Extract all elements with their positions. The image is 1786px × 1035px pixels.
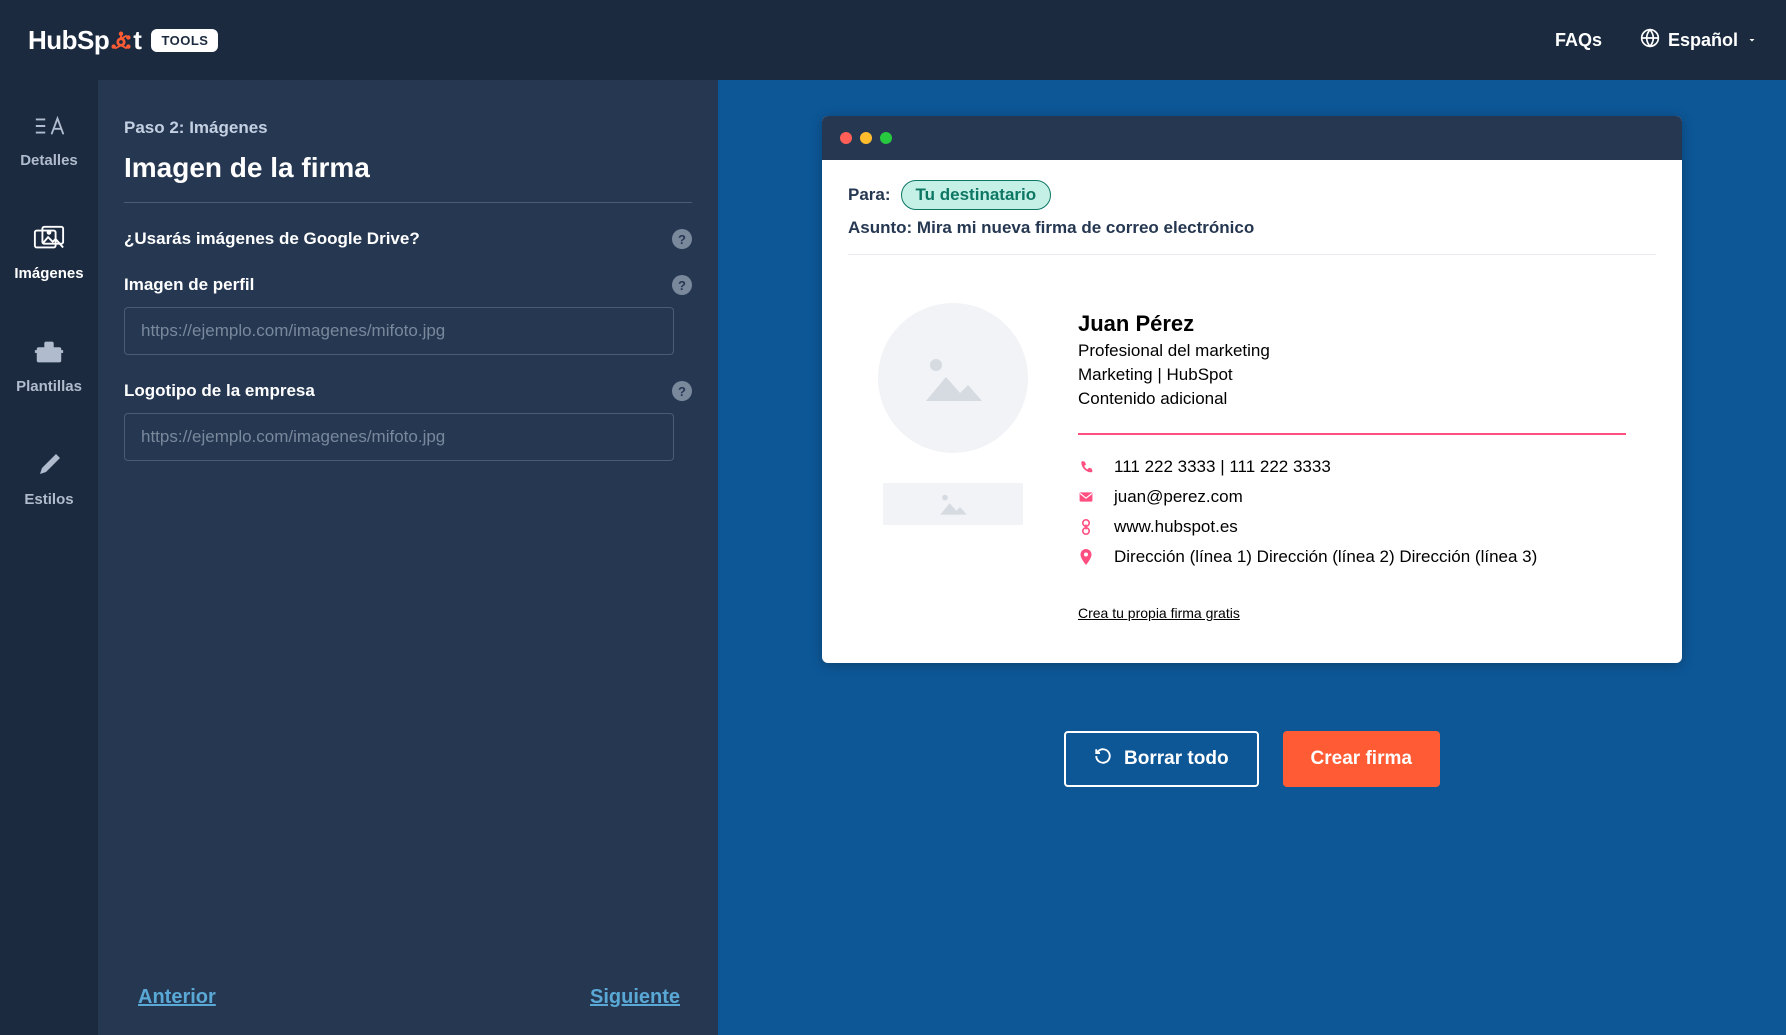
refresh-icon [1094, 747, 1112, 771]
phone-icon [1078, 460, 1094, 474]
sig-role: Profesional del marketing [1078, 341, 1626, 361]
step-title: Imagen de la firma [124, 152, 692, 203]
images-icon [33, 223, 65, 255]
help-icon-logo[interactable]: ? [672, 381, 692, 401]
divider-accent [1078, 433, 1626, 435]
brand-logo[interactable]: HubSp t TOOLS [28, 25, 218, 56]
window-titlebar [822, 116, 1682, 160]
to-line: Para: Tu destinatario [848, 180, 1656, 210]
contact-email: juan@perez.com [1078, 487, 1626, 507]
image-placeholder-icon [918, 351, 988, 406]
globe-icon [1640, 28, 1660, 53]
sidebar-label-templates: Plantillas [16, 378, 82, 395]
phone-value: 111 222 3333 | 111 222 3333 [1114, 457, 1331, 477]
chevron-down-icon [1746, 30, 1758, 51]
next-link[interactable]: Siguiente [590, 986, 680, 1009]
traffic-light-max [880, 132, 892, 144]
clear-label: Borrar todo [1124, 748, 1229, 770]
tools-badge: TOOLS [151, 29, 218, 52]
web-value: www.hubspot.es [1114, 517, 1238, 537]
profile-label: Imagen de perfil [124, 275, 254, 295]
signature-images [878, 303, 1028, 623]
action-row: Borrar todo Crear firma [1064, 731, 1440, 787]
field-logo: Logotipo de la empresa ? [124, 381, 692, 401]
create-label: Crear firma [1311, 748, 1412, 770]
help-icon-profile[interactable]: ? [672, 275, 692, 295]
sig-extra: Contenido adicional [1078, 389, 1626, 409]
details-icon [33, 110, 65, 142]
sidebar-item-styles[interactable]: Estilos [0, 439, 98, 518]
avatar-placeholder [878, 303, 1028, 453]
email-icon [1078, 491, 1094, 503]
to-label: Para: [848, 185, 891, 205]
sidebar-item-templates[interactable]: Plantillas [0, 326, 98, 405]
traffic-light-close [840, 132, 852, 144]
signature-cta-link[interactable]: Crea tu propia firma gratis [1078, 605, 1240, 621]
help-icon-gdrive[interactable]: ? [672, 229, 692, 249]
topbar-right: FAQs Español [1555, 28, 1758, 53]
brand-text-b: t [133, 25, 141, 56]
clear-button[interactable]: Borrar todo [1064, 731, 1259, 787]
recipient-pill: Tu destinatario [901, 180, 1052, 210]
main-row: Detalles Imágenes Plantillas Estilos Pas… [0, 80, 1786, 1035]
create-button[interactable]: Crear firma [1283, 731, 1440, 787]
topbar: HubSp t TOOLS FAQs Español [0, 0, 1786, 80]
image-placeholder-icon [936, 491, 970, 517]
email-body: Para: Tu destinatario Asunto: Mira mi nu… [822, 160, 1682, 663]
signature-text: Juan Pérez Profesional del marketing Mar… [1078, 303, 1626, 623]
email-value: juan@perez.com [1114, 487, 1243, 507]
company-logo-input[interactable] [124, 413, 674, 461]
divider [848, 254, 1656, 255]
email-preview-window: Para: Tu destinatario Asunto: Mira mi nu… [822, 116, 1682, 663]
logo-label: Logotipo de la empresa [124, 381, 315, 401]
subject-line: Asunto: Mira mi nueva firma de correo el… [848, 218, 1656, 238]
pin-icon [1078, 549, 1094, 565]
link-icon [1078, 519, 1094, 535]
sidebar-label-styles: Estilos [24, 491, 73, 508]
prev-link[interactable]: Anterior [138, 986, 216, 1009]
sidebar-item-images[interactable]: Imágenes [0, 213, 98, 292]
styles-icon [33, 449, 65, 481]
contact-web: www.hubspot.es [1078, 517, 1626, 537]
step-label: Paso 2: Imágenes [124, 118, 692, 138]
form-panel: Paso 2: Imágenes Imagen de la firma ¿Usa… [98, 80, 718, 1035]
language-label: Español [1668, 30, 1738, 51]
contact-phone: 111 222 3333 | 111 222 3333 [1078, 457, 1626, 477]
contact-address: Dirección (línea 1) Dirección (línea 2) … [1078, 547, 1626, 567]
field-gdrive: ¿Usarás imágenes de Google Drive? ? [124, 229, 692, 249]
field-profile: Imagen de perfil ? [124, 275, 692, 295]
language-selector[interactable]: Español [1640, 28, 1758, 53]
templates-icon [33, 336, 65, 368]
address-value: Dirección (línea 1) Dirección (línea 2) … [1114, 547, 1537, 567]
sprocket-icon [110, 29, 132, 51]
sidebar-label-details: Detalles [20, 152, 78, 169]
brand-text-a: HubSp [28, 25, 109, 56]
sidebar-label-images: Imágenes [14, 265, 83, 282]
gdrive-label: ¿Usarás imágenes de Google Drive? [124, 229, 420, 249]
brand-text: HubSp t [28, 25, 141, 56]
sidebar-item-details[interactable]: Detalles [0, 100, 98, 179]
sig-name: Juan Pérez [1078, 311, 1626, 337]
traffic-light-min [860, 132, 872, 144]
footer-nav: Anterior Siguiente [138, 986, 680, 1009]
sidebar: Detalles Imágenes Plantillas Estilos [0, 80, 98, 1035]
preview-panel: Para: Tu destinatario Asunto: Mira mi nu… [718, 80, 1786, 1035]
sig-dept-company: Marketing | HubSpot [1078, 365, 1626, 385]
signature-block: Juan Pérez Profesional del marketing Mar… [848, 303, 1656, 623]
company-logo-placeholder [883, 483, 1023, 525]
profile-image-input[interactable] [124, 307, 674, 355]
faqs-link[interactable]: FAQs [1555, 30, 1602, 51]
